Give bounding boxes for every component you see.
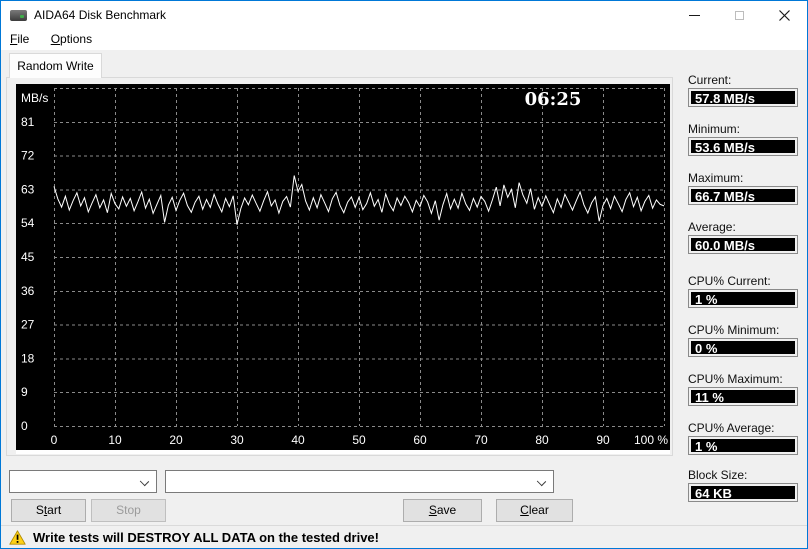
window-title: AIDA64 Disk Benchmark xyxy=(34,8,167,22)
x-tick-label: 50 xyxy=(352,433,366,447)
status-warning-text: Write tests will DESTROY ALL DATA on the… xyxy=(33,530,379,545)
x-tick-label: 70 xyxy=(474,433,488,447)
stat-value: 57.8 MB/s xyxy=(688,88,798,107)
chart-canvas: MB/s8172635445362718900 10 20 30 40 50 60 70 80 9… xyxy=(21,88,668,447)
stat-label: Current: xyxy=(688,73,732,87)
app-window: AIDA64 Disk Benchmark File Options Rando… xyxy=(0,0,808,549)
stat-minimum: Minimum: 53.6 MB/s xyxy=(688,121,798,156)
stat-label: CPU% Average: xyxy=(688,421,775,435)
stat-label: CPU% Minimum: xyxy=(688,323,780,337)
y-tick-label: 81 xyxy=(21,115,35,129)
disk-drive-icon xyxy=(10,10,27,21)
close-button[interactable] xyxy=(762,1,807,29)
start-button[interactable]: Start xyxy=(11,499,86,522)
minimize-button[interactable] xyxy=(672,1,717,29)
stat-value: 0 % xyxy=(688,338,798,357)
close-icon xyxy=(779,9,790,21)
y-tick-label: 36 xyxy=(21,284,35,298)
y-tick-label: 63 xyxy=(21,182,35,196)
stat-cpu-maximum: CPU% Maximum: 11 % xyxy=(688,371,798,406)
menu-options[interactable]: Options xyxy=(42,29,101,50)
stat-cpu-average: CPU% Average: 1 % xyxy=(688,420,798,455)
tab-random-write[interactable]: Random Write xyxy=(9,53,102,78)
x-tick-label: 40 xyxy=(291,433,305,447)
stat-cpu-minimum: CPU% Minimum: 0 % xyxy=(688,322,798,357)
x-tick-label: 30 xyxy=(230,433,244,447)
chevron-down-icon xyxy=(139,476,150,487)
x-tick-label: 0 xyxy=(51,433,58,447)
stat-block-size: Block Size: 64 KB xyxy=(688,467,798,502)
y-tick-label: 45 xyxy=(21,250,35,264)
y-tick-label: 9 xyxy=(21,385,28,399)
stat-value: 1 % xyxy=(688,289,798,308)
stat-label: Maximum: xyxy=(688,171,744,185)
benchmark-trace-line xyxy=(53,175,665,225)
warning-icon xyxy=(9,530,26,545)
x-tick-label: 10 xyxy=(108,433,122,447)
menubar: File Options xyxy=(1,29,807,50)
y-tick-label: 72 xyxy=(21,149,35,163)
drive-select[interactable]: Disk Drive #5 [Multi-Reader -3] (59520 M… xyxy=(165,470,554,493)
y-tick-label: 0 xyxy=(21,419,28,433)
y-tick-label: 18 xyxy=(21,351,35,365)
stop-button[interactable]: Stop xyxy=(91,499,166,522)
stat-cpu-current: CPU% Current: 1 % xyxy=(688,273,798,308)
chevron-down-icon xyxy=(536,476,547,487)
minimize-icon xyxy=(689,14,700,16)
stat-value: 53.6 MB/s xyxy=(688,137,798,156)
tab-page: MB/s 81 72 63 54 45 36 27 18 9 0 0 10 20 30 40 50 60 70 80 9… xyxy=(6,77,673,456)
stat-label: Block Size: xyxy=(688,468,748,482)
stat-label: CPU% Maximum: xyxy=(688,372,783,386)
stat-value: 1 % xyxy=(688,436,798,455)
x-tick-label: 20 xyxy=(169,433,183,447)
benchmark-chart: MB/s 81 72 63 54 45 36 27 18 9 0 0 10 20 30 40 50 60 70 80 9… xyxy=(16,84,670,450)
chart-bottom-strip xyxy=(16,450,670,454)
stat-maximum: Maximum: 66.7 MB/s xyxy=(688,170,798,205)
y-tick-label: 27 xyxy=(21,318,35,332)
stat-label: Average: xyxy=(688,220,736,234)
x-tick-label: 100 % xyxy=(634,433,668,447)
menu-file[interactable]: File xyxy=(1,29,38,50)
x-tick-label: 80 xyxy=(535,433,549,447)
stats-panel: Current: 57.8 MB/s Minimum: 53.6 MB/s Ma… xyxy=(688,72,798,516)
save-button[interactable]: Save xyxy=(403,499,482,522)
stat-value: 11 % xyxy=(688,387,798,406)
y-axis-unit-label: MB/s xyxy=(21,91,48,105)
drive-led xyxy=(20,15,24,18)
maximize-icon xyxy=(735,10,744,20)
stat-label: Minimum: xyxy=(688,122,741,136)
clear-button[interactable]: Clear xyxy=(496,499,573,522)
x-tick-label: 90 xyxy=(596,433,610,447)
test-type-select[interactable]: Random Write xyxy=(9,470,157,493)
stat-value: 66.7 MB/s xyxy=(688,186,798,205)
stat-label: CPU% Current: xyxy=(688,274,771,288)
y-tick-label: 54 xyxy=(21,216,35,230)
stat-average: Average: 60.0 MB/s xyxy=(688,219,798,254)
maximize-button[interactable] xyxy=(717,1,762,29)
stat-current: Current: 57.8 MB/s xyxy=(688,72,798,107)
x-tick-label: 60 xyxy=(413,433,427,447)
elapsed-time-label: 06:25 xyxy=(525,89,582,110)
caption-buttons xyxy=(672,1,807,29)
stat-value: 60.0 MB/s xyxy=(688,235,798,254)
statusbar: Write tests will DESTROY ALL DATA on the… xyxy=(1,525,807,548)
titlebar: AIDA64 Disk Benchmark xyxy=(1,1,807,29)
stat-value: 64 KB xyxy=(688,483,798,502)
